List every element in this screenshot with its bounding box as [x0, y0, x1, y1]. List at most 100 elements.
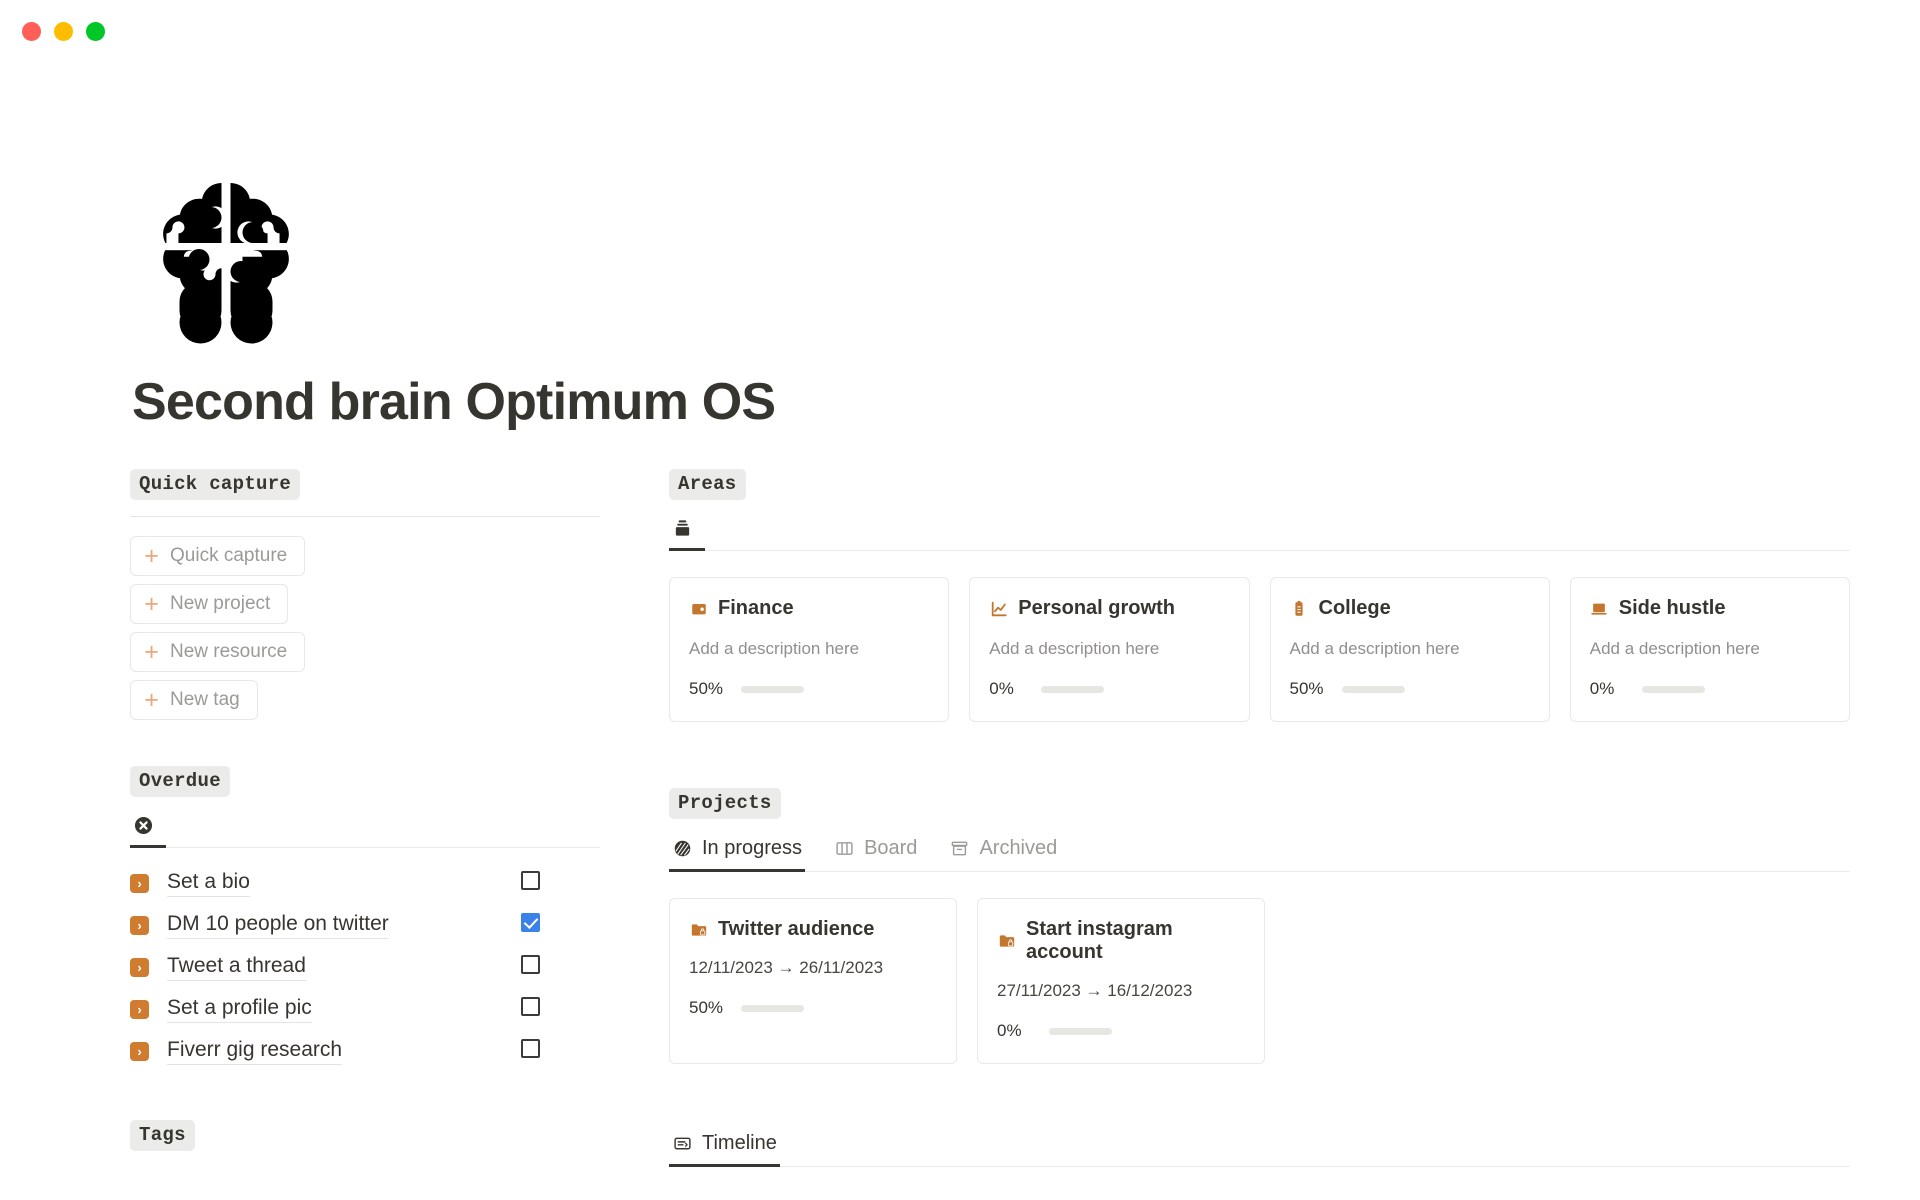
- window-titlebar: [0, 0, 1920, 62]
- progress-track: [1049, 1027, 1112, 1035]
- content-column: Areas Finance Add a description here 50%…: [600, 469, 1920, 1168]
- new-resource-button[interactable]: + New resource: [130, 632, 306, 673]
- areas-card-row: Finance Add a description here 50% Perso…: [669, 577, 1850, 723]
- window-close-button[interactable]: [22, 21, 41, 41]
- overdue-task-list: › Set a bio › DM 10 people on twitter › …: [130, 862, 600, 1072]
- chevron-right-icon: ›: [130, 915, 149, 935]
- tab-in-progress-label: In progress: [702, 837, 803, 860]
- sphere-icon: [672, 838, 693, 859]
- window-minimize-button[interactable]: [54, 21, 73, 41]
- task-checkbox[interactable]: [521, 1039, 540, 1059]
- area-card-finance[interactable]: Finance Add a description here 50%: [669, 577, 950, 723]
- task-title[interactable]: Tweet a thread: [167, 954, 306, 981]
- project-card-start-instagram-account[interactable]: Start instagram account 27/11/2023 → 16/…: [977, 898, 1265, 1065]
- area-card-header: Personal growth: [989, 597, 1229, 620]
- area-progress-label: 0%: [989, 679, 1014, 699]
- area-card-header: Side hustle: [1590, 597, 1830, 620]
- main-layout: Quick capture + Quick capture + New proj…: [0, 469, 1920, 1168]
- table-row[interactable]: › Tweet a thread: [130, 946, 600, 988]
- table-row[interactable]: › Fiverr gig research: [130, 1030, 600, 1072]
- quick-capture-button-list: + Quick capture + New project + New reso…: [130, 536, 600, 721]
- columns-icon: [834, 838, 855, 859]
- plus-icon: +: [144, 686, 159, 715]
- page-title: Second brain Optimum OS: [132, 373, 776, 431]
- sidebar-column: Quick capture + Quick capture + New proj…: [130, 469, 600, 1167]
- area-card-description: Add a description here: [1589, 639, 1760, 659]
- task-checkbox-cell: [521, 955, 540, 979]
- timeline-tabstrip: Timeline: [669, 1128, 1850, 1168]
- area-card-title: Finance: [718, 597, 794, 620]
- task-checkbox-cell: [521, 997, 540, 1021]
- chevron-right-icon: ›: [130, 873, 149, 893]
- project-card-header: Twitter audience: [689, 918, 937, 941]
- projects-section: Projects In progress Board Archived Twit…: [669, 788, 1850, 1065]
- area-card-header: College: [1290, 597, 1530, 620]
- line-chart-icon: [989, 599, 1008, 618]
- new-resource-button-label: New resource: [170, 641, 288, 663]
- tags-heading: Tags: [130, 1120, 195, 1152]
- area-card-personal-growth[interactable]: Personal growth Add a description here 0…: [969, 577, 1250, 723]
- area-card-description: Add a description here: [989, 639, 1160, 659]
- chevron-right-icon: ›: [130, 957, 149, 977]
- project-progress-label: 0%: [997, 1021, 1022, 1041]
- new-tag-button[interactable]: + New tag: [130, 680, 258, 721]
- task-checkbox[interactable]: [521, 955, 540, 975]
- tab-archived[interactable]: Archived: [946, 833, 1060, 872]
- task-title[interactable]: Set a bio: [167, 870, 250, 897]
- table-row[interactable]: › Set a bio: [130, 862, 600, 904]
- task-checkbox[interactable]: [521, 913, 540, 933]
- progress-track: [1641, 685, 1705, 693]
- table-row[interactable]: › Set a profile pic: [130, 988, 600, 1030]
- tab-timeline[interactable]: Timeline: [669, 1128, 780, 1168]
- area-card-title: Side hustle: [1618, 597, 1726, 620]
- areas-tabstrip: [669, 514, 1850, 552]
- window-maximize-button[interactable]: [86, 21, 105, 41]
- page-header: Second brain Optimum OS: [0, 176, 1920, 431]
- tags-section: Tags: [130, 1120, 600, 1152]
- timeline-spacer: [669, 1064, 1850, 1128]
- area-progress-label: 50%: [689, 679, 724, 699]
- task-title[interactable]: Fiverr gig research: [167, 1038, 343, 1065]
- tab-areas-gallery[interactable]: [669, 514, 705, 552]
- area-card-title: Personal growth: [1018, 597, 1175, 620]
- task-checkbox-cell: [521, 1039, 540, 1063]
- area-card-side-hustle[interactable]: Side hustle Add a description here 0%: [1569, 577, 1850, 723]
- task-checkbox-cell: [521, 913, 540, 937]
- tab-board-label: Board: [864, 837, 918, 860]
- task-title[interactable]: DM 10 people on twitter: [167, 912, 389, 939]
- task-checkbox[interactable]: [521, 871, 540, 891]
- task-title[interactable]: Set a profile pic: [167, 996, 312, 1023]
- table-row[interactable]: › DM 10 people on twitter: [130, 904, 600, 946]
- area-progress-label: 50%: [1289, 679, 1324, 699]
- tab-in-progress[interactable]: In progress: [669, 833, 806, 873]
- task-checkbox[interactable]: [521, 997, 540, 1017]
- overdue-section: Overdue › Set a bio › DM 10 people on tw…: [130, 766, 600, 1072]
- quick-capture-button[interactable]: + Quick capture: [130, 536, 306, 577]
- timeline-section: Timeline: [669, 1128, 1850, 1168]
- tab-board[interactable]: Board: [831, 833, 920, 872]
- area-card-progress: 0%: [989, 679, 1229, 699]
- project-card-progress: 50%: [689, 998, 937, 1018]
- projects-heading: Projects: [669, 788, 781, 820]
- brain-puzzle-logo: [163, 177, 289, 345]
- tab-archived-label: Archived: [979, 837, 1058, 860]
- project-card-dates: 12/11/2023 → 26/11/2023: [689, 958, 884, 978]
- project-card-title: Twitter audience: [718, 918, 875, 941]
- project-card-twitter-audience[interactable]: Twitter audience 12/11/2023 → 26/11/2023…: [669, 898, 957, 1065]
- new-project-button[interactable]: + New project: [130, 584, 289, 625]
- area-card-college[interactable]: College Add a description here 50%: [1269, 577, 1550, 723]
- tab-timeline-label: Timeline: [702, 1132, 777, 1155]
- project-card-progress: 0%: [997, 1021, 1245, 1041]
- project-progress-label: 50%: [689, 998, 724, 1018]
- area-card-description: Add a description here: [1289, 639, 1460, 659]
- laptop-icon: [1590, 599, 1609, 618]
- page-content: Second brain Optimum OS Quick capture + …: [0, 176, 1920, 1168]
- area-card-title: College: [1318, 597, 1391, 620]
- area-card-description: Add a description here: [689, 639, 860, 659]
- project-card-title: Start instagram account: [1026, 918, 1173, 964]
- areas-section: Areas Finance Add a description here 50%…: [669, 469, 1850, 723]
- project-card-header: Start instagram account: [997, 918, 1245, 964]
- tab-overdue-view[interactable]: [130, 811, 166, 849]
- area-card-header: Finance: [689, 597, 929, 620]
